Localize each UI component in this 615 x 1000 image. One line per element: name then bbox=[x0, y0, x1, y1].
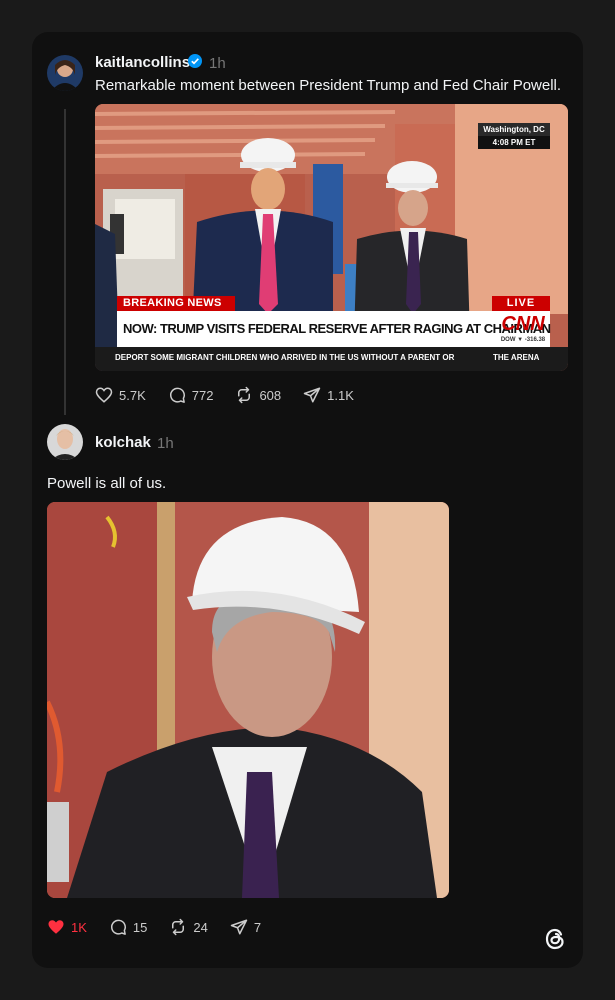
thread-connector-line bbox=[64, 109, 66, 415]
repost-button[interactable]: 24 bbox=[169, 918, 208, 936]
post-time: 1h bbox=[209, 55, 226, 72]
location-label: Washington, DC bbox=[478, 123, 550, 136]
like-count: 5.7K bbox=[119, 387, 146, 403]
heart-filled-icon bbox=[48, 920, 64, 934]
cnn-logo: CNN bbox=[501, 313, 545, 335]
like-button[interactable]: 1K bbox=[47, 918, 87, 936]
like-count: 1K bbox=[71, 919, 87, 935]
verified-badge-icon bbox=[188, 54, 202, 68]
clock-label: 4:08 PM ET bbox=[478, 136, 550, 149]
like-button[interactable]: 5.7K bbox=[95, 386, 146, 404]
ticker-text: DEPORT SOME MIGRANT CHILDREN WHO ARRIVED… bbox=[115, 353, 455, 362]
repost-count: 608 bbox=[259, 387, 282, 403]
breaking-news-label: BREAKING NEWS bbox=[117, 296, 235, 311]
dow-ticker: DOW ▼ -316.38 bbox=[500, 337, 546, 343]
post-actions: 1K 15 24 7 bbox=[47, 918, 283, 936]
share-button[interactable]: 1.1K bbox=[303, 386, 354, 404]
comment-icon bbox=[169, 387, 185, 403]
post-actions: 5.7K 772 608 1.1K bbox=[95, 386, 376, 404]
share-count: 1.1K bbox=[327, 387, 354, 403]
post-text: Powell is all of us. bbox=[47, 475, 167, 492]
repost-count: 24 bbox=[193, 919, 208, 935]
reply-button[interactable]: 15 bbox=[109, 918, 147, 936]
headline-text: NOW: TRUMP VISITS FEDERAL RESERVE AFTER … bbox=[123, 321, 551, 336]
heart-icon bbox=[95, 387, 113, 403]
thread-card: kaitlancollins 1h Remarkable moment betw… bbox=[32, 32, 583, 968]
powell-closeup-illustration bbox=[47, 502, 449, 898]
post-image-cnn[interactable]: Washington, DC 4:08 PM ET BREAKING NEWS … bbox=[95, 104, 568, 371]
reply-count: 15 bbox=[132, 919, 148, 935]
share-count: 7 bbox=[253, 919, 262, 935]
repost-icon bbox=[172, 918, 185, 936]
avatar-kolchak[interactable] bbox=[47, 424, 83, 460]
repost-icon bbox=[238, 386, 251, 404]
post-time: 1h bbox=[157, 435, 174, 452]
username[interactable]: kolchak bbox=[95, 434, 151, 451]
post-text: Remarkable moment between President Trum… bbox=[95, 77, 562, 94]
reply-count: 772 bbox=[191, 387, 214, 403]
share-button[interactable]: 7 bbox=[230, 918, 261, 936]
send-icon bbox=[230, 919, 248, 935]
ticker-brand: THE ARENA bbox=[493, 353, 540, 362]
username[interactable]: kaitlancollins bbox=[95, 54, 190, 71]
comment-icon bbox=[110, 919, 126, 935]
send-icon bbox=[303, 387, 321, 403]
live-label: LIVE bbox=[492, 296, 550, 311]
repost-button[interactable]: 608 bbox=[235, 386, 281, 404]
threads-logo-icon bbox=[542, 926, 568, 952]
avatar-kaitlancollins[interactable] bbox=[47, 55, 83, 91]
reply-button[interactable]: 772 bbox=[168, 386, 214, 404]
post-image-powell[interactable] bbox=[47, 502, 449, 898]
